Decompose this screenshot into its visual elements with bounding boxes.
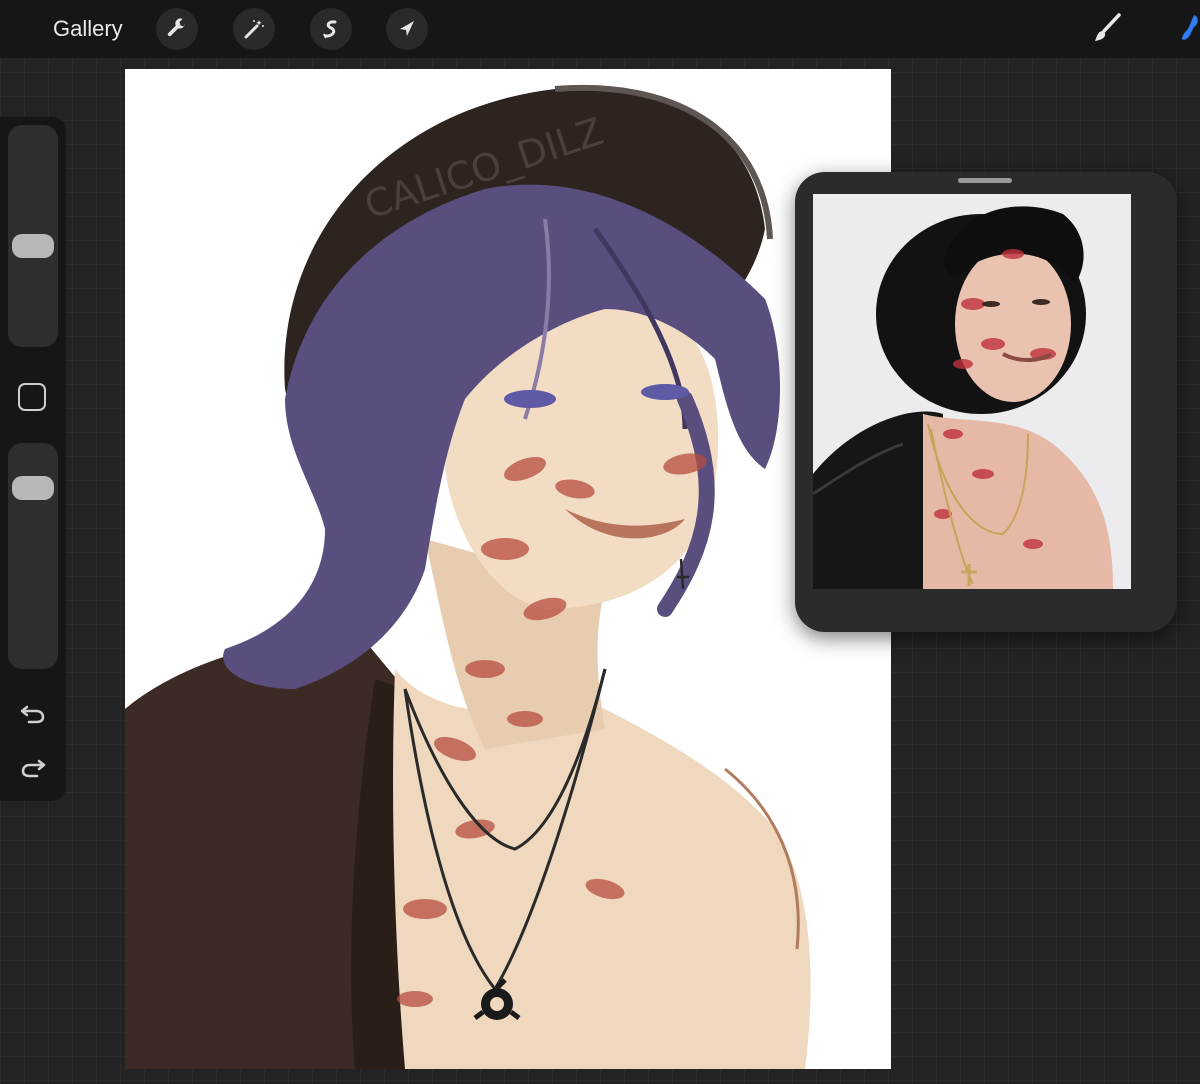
artwork-illustration: CALICO_DILZ xyxy=(125,84,811,1069)
magic-wand-icon xyxy=(244,20,264,39)
redo-button[interactable] xyxy=(18,753,48,781)
adjustments-button[interactable] xyxy=(233,8,275,50)
selection-s-icon xyxy=(323,20,337,39)
opacity-slider[interactable] xyxy=(8,443,58,669)
brush-icon xyxy=(1095,13,1121,41)
right-eye xyxy=(641,384,689,400)
left-eye xyxy=(504,390,556,408)
modify-button[interactable] xyxy=(18,383,46,411)
undo-icon xyxy=(20,705,45,724)
arrow-cursor-icon xyxy=(400,21,414,36)
top-toolbar: Gallery xyxy=(0,0,1200,58)
actions-button[interactable] xyxy=(156,8,198,50)
redo-icon xyxy=(21,759,46,778)
smudge-icon xyxy=(1182,15,1198,40)
smudge-button[interactable] xyxy=(1178,10,1200,48)
brush-size-thumb[interactable] xyxy=(12,234,54,258)
paint-brush-button[interactable] xyxy=(1088,10,1126,48)
reference-photo-illustration xyxy=(813,206,1113,589)
procreate-workspace: Gallery CALICO_DILZ xyxy=(0,0,1200,1084)
left-sidebar xyxy=(0,117,66,801)
brush-size-slider[interactable] xyxy=(8,125,58,347)
wrench-icon xyxy=(167,18,185,37)
selection-button[interactable] xyxy=(310,8,352,50)
drawing-canvas[interactable]: CALICO_DILZ xyxy=(125,69,891,1069)
reference-drag-handle[interactable] xyxy=(958,178,1012,183)
gallery-button[interactable]: Gallery xyxy=(53,16,123,42)
undo-button[interactable] xyxy=(18,699,48,727)
opacity-thumb[interactable] xyxy=(12,476,54,500)
reference-window[interactable] xyxy=(795,172,1177,632)
reference-photo xyxy=(813,194,1131,589)
transform-button[interactable] xyxy=(386,8,428,50)
